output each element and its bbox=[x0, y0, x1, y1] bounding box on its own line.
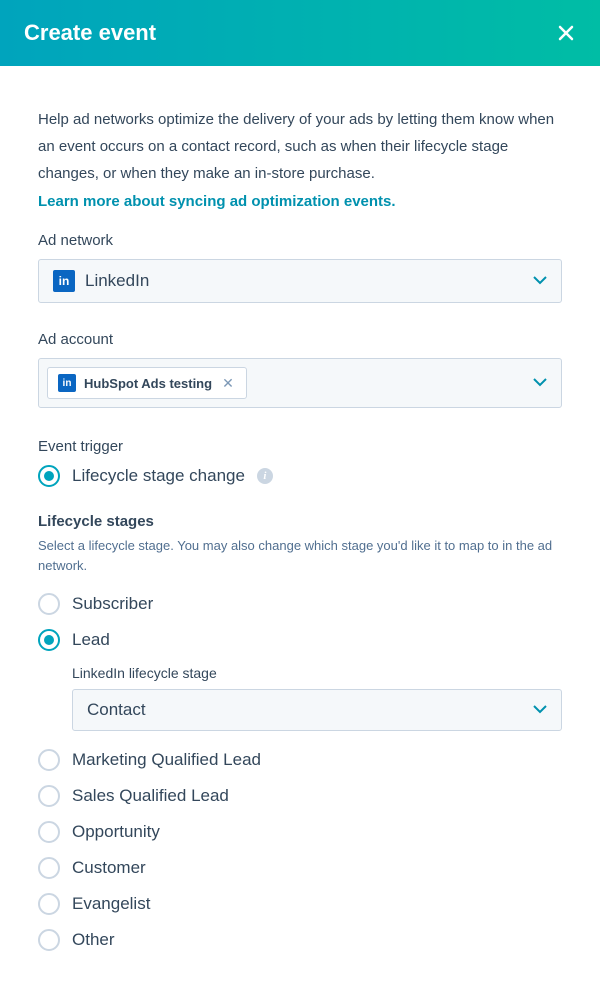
radio-button[interactable] bbox=[38, 749, 60, 771]
lifecycle-stage-label: Evangelist bbox=[72, 894, 150, 914]
description-text: Help ad networks optimize the delivery o… bbox=[38, 106, 562, 187]
nested-lifecycle-label: LinkedIn lifecycle stage bbox=[72, 665, 562, 681]
event-trigger-option-label: Lifecycle stage change bbox=[72, 466, 245, 486]
radio-button[interactable] bbox=[38, 593, 60, 615]
lifecycle-stage-option[interactable]: Opportunity bbox=[38, 821, 562, 843]
ad-network-value: LinkedIn bbox=[85, 271, 149, 291]
ad-account-chip-text: HubSpot Ads testing bbox=[84, 376, 212, 391]
lifecycle-stage-option[interactable]: Sales Qualified Lead bbox=[38, 785, 562, 807]
nested-lifecycle-field: LinkedIn lifecycle stage Contact bbox=[72, 665, 562, 731]
lifecycle-stage-option[interactable]: Customer bbox=[38, 857, 562, 879]
chip-remove-icon[interactable]: ✕ bbox=[220, 375, 236, 392]
lifecycle-stage-label: Sales Qualified Lead bbox=[72, 786, 229, 806]
info-icon[interactable]: i bbox=[257, 468, 273, 484]
ad-network-select[interactable]: in LinkedIn bbox=[38, 259, 562, 303]
lifecycle-stage-option[interactable]: Evangelist bbox=[38, 893, 562, 915]
event-trigger-option[interactable]: Lifecycle stage change i bbox=[38, 465, 562, 487]
event-trigger-label: Event trigger bbox=[38, 438, 562, 455]
lifecycle-stage-label: Lead bbox=[72, 630, 110, 650]
lifecycle-stage-label: Customer bbox=[72, 858, 146, 878]
radio-button[interactable] bbox=[38, 785, 60, 807]
chevron-down-icon bbox=[533, 701, 547, 719]
lifecycle-stage-option[interactable]: Other bbox=[38, 929, 562, 951]
ad-account-select[interactable]: in HubSpot Ads testing ✕ bbox=[38, 358, 562, 408]
lifecycle-stage-option[interactable]: Marketing Qualified Lead bbox=[38, 749, 562, 771]
linkedin-icon: in bbox=[53, 270, 75, 292]
lifecycle-stage-label: Opportunity bbox=[72, 822, 160, 842]
chevron-down-icon bbox=[533, 272, 547, 290]
ad-account-chip: in HubSpot Ads testing ✕ bbox=[47, 367, 247, 399]
lifecycle-stage-label: Marketing Qualified Lead bbox=[72, 750, 261, 770]
lifecycle-heading: Lifecycle stages bbox=[38, 513, 562, 530]
radio-button[interactable] bbox=[38, 465, 60, 487]
learn-more-link[interactable]: Learn more about syncing ad optimization… bbox=[38, 193, 396, 210]
radio-button[interactable] bbox=[38, 629, 60, 651]
radio-button[interactable] bbox=[38, 857, 60, 879]
lifecycle-stage-option[interactable]: Lead bbox=[38, 629, 562, 651]
lifecycle-stage-list: Subscriber Lead LinkedIn lifecycle stage Co… bbox=[38, 593, 562, 951]
linkedin-icon: in bbox=[58, 374, 76, 392]
radio-button[interactable] bbox=[38, 893, 60, 915]
close-icon[interactable] bbox=[556, 23, 576, 43]
lifecycle-stage-label: Other bbox=[72, 930, 115, 950]
modal-content: Help ad networks optimize the delivery o… bbox=[0, 66, 600, 985]
modal-title: Create event bbox=[24, 20, 156, 46]
chevron-down-icon bbox=[533, 374, 547, 392]
modal-header: Create event bbox=[0, 0, 600, 66]
linkedin-lifecycle-select[interactable]: Contact bbox=[72, 689, 562, 731]
ad-network-label: Ad network bbox=[38, 232, 562, 249]
linkedin-lifecycle-value: Contact bbox=[87, 700, 146, 720]
lifecycle-stage-option[interactable]: Subscriber bbox=[38, 593, 562, 615]
lifecycle-subtext: Select a lifecycle stage. You may also c… bbox=[38, 536, 562, 575]
radio-button[interactable] bbox=[38, 929, 60, 951]
radio-button[interactable] bbox=[38, 821, 60, 843]
select-value-wrapper: Contact bbox=[87, 700, 146, 720]
lifecycle-stage-label: Subscriber bbox=[72, 594, 153, 614]
select-value-wrapper: in LinkedIn bbox=[53, 270, 149, 292]
ad-account-label: Ad account bbox=[38, 331, 562, 348]
